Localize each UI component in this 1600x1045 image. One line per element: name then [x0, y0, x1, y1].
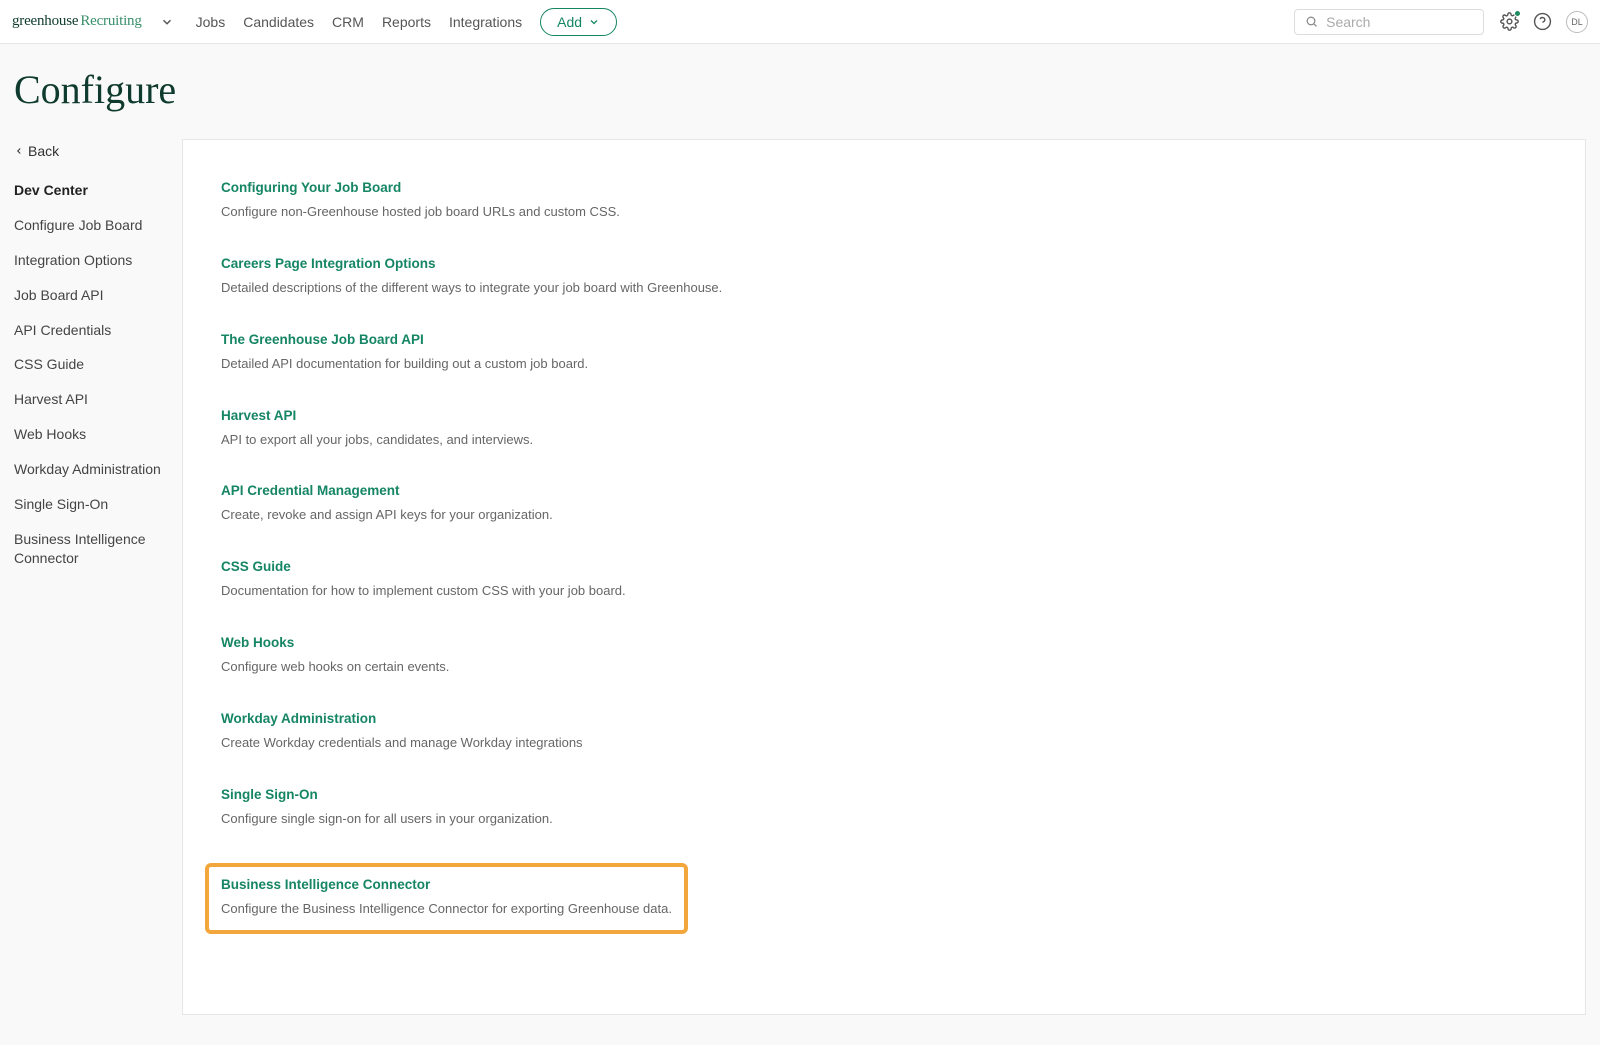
sidebar-item[interactable]: CSS Guide [14, 355, 174, 374]
entry: API Credential Management Create, revoke … [221, 483, 1547, 525]
add-button-label: Add [557, 14, 582, 30]
nav-link-jobs[interactable]: Jobs [196, 14, 226, 30]
nav-link-crm[interactable]: CRM [332, 14, 364, 30]
entry: Careers Page Integration Options Detailed… [221, 256, 1547, 298]
settings-button[interactable] [1500, 12, 1519, 31]
entry-title-link[interactable]: Careers Page Integration Options [221, 256, 1547, 271]
chevron-down-icon [588, 16, 600, 28]
entry-title-link[interactable]: Harvest API [221, 408, 1547, 423]
nav-link-candidates[interactable]: Candidates [243, 14, 314, 30]
entry: Business Intelligence Connector Configure… [205, 863, 688, 935]
entry-description: Configure web hooks on certain events. [221, 658, 1547, 677]
logo-word-1: greenhouse [12, 13, 78, 30]
entry: CSS Guide Documentation for how to implem… [221, 559, 1547, 601]
back-link[interactable]: Back [14, 143, 174, 159]
entry-description: Detailed descriptions of the different w… [221, 279, 1547, 298]
entry-description: Configure non-Greenhouse hosted job boar… [221, 203, 1547, 222]
entry-description: Detailed API documentation for building … [221, 355, 1547, 374]
entry-title-link[interactable]: Single Sign-On [221, 787, 1547, 802]
sidebar-item[interactable]: Job Board API [14, 286, 174, 305]
entry-description: Create Workday credentials and manage Wo… [221, 734, 1547, 753]
sidebar-item[interactable]: Configure Job Board [14, 216, 174, 235]
content-card: Configuring Your Job Board Configure non-… [182, 139, 1586, 1015]
sidebar-item[interactable]: Integration Options [14, 251, 174, 270]
logo[interactable]: greenhouse Recruiting [12, 13, 142, 30]
sidebar-item[interactable]: Single Sign-On [14, 495, 174, 514]
sidebar-items: Dev Center Configure Job Board Integration… [14, 181, 174, 568]
sidebar: Back Dev Center Configure Job Board Integr… [14, 139, 174, 568]
avatar[interactable]: DL [1566, 11, 1588, 33]
entry-description: API to export all your jobs, candidates,… [221, 431, 1547, 450]
entry-title-link[interactable]: Workday Administration [221, 711, 1547, 726]
entry-title-link[interactable]: Business Intelligence Connector [221, 877, 672, 892]
entry-title-link[interactable]: Configuring Your Job Board [221, 180, 1547, 195]
notification-dot [1514, 10, 1521, 17]
entry-title-link[interactable]: The Greenhouse Job Board API [221, 332, 1547, 347]
back-label: Back [28, 143, 59, 159]
entry-title-link[interactable]: Web Hooks [221, 635, 1547, 650]
entry-description: Documentation for how to implement custo… [221, 582, 1547, 601]
top-nav: greenhouse Recruiting Jobs Candidates CR… [0, 0, 1600, 44]
entry-description: Configure single sign-on for all users i… [221, 810, 1547, 829]
entries-list: Configuring Your Job Board Configure non-… [221, 180, 1547, 934]
logo-word-2: Recruiting [80, 13, 141, 30]
sidebar-item[interactable]: Harvest API [14, 390, 174, 409]
chevron-down-icon[interactable] [160, 15, 174, 29]
entry: Workday Administration Create Workday cre… [221, 711, 1547, 753]
entry-title-link[interactable]: API Credential Management [221, 483, 1547, 498]
entry: Web Hooks Configure web hooks on certain … [221, 635, 1547, 677]
chevron-left-icon [14, 146, 24, 156]
sidebar-item[interactable]: API Credentials [14, 321, 174, 340]
entry: The Greenhouse Job Board API Detailed API… [221, 332, 1547, 374]
sidebar-item[interactable]: Business Intelligence Connector [14, 530, 174, 568]
sidebar-item[interactable]: Web Hooks [14, 425, 174, 444]
nav-link-reports[interactable]: Reports [382, 14, 431, 30]
sidebar-item[interactable]: Workday Administration [14, 460, 174, 479]
search-icon [1305, 14, 1318, 29]
nav-link-integrations[interactable]: Integrations [449, 14, 522, 30]
entry: Harvest API API to export all your jobs, … [221, 408, 1547, 450]
entry-title-link[interactable]: CSS Guide [221, 559, 1547, 574]
search-input[interactable] [1326, 14, 1473, 30]
avatar-initials: DL [1571, 17, 1583, 27]
page-title: Configure [0, 44, 1600, 139]
entry: Single Sign-On Configure single sign-on f… [221, 787, 1547, 829]
top-right-icons: DL [1500, 11, 1588, 33]
entry-description: Configure the Business Intelligence Conn… [221, 900, 672, 919]
layout: Back Dev Center Configure Job Board Integr… [0, 139, 1600, 1045]
entry-description: Create, revoke and assign API keys for y… [221, 506, 1547, 525]
entry: Configuring Your Job Board Configure non-… [221, 180, 1547, 222]
search-input-wrap[interactable] [1294, 9, 1484, 35]
add-button[interactable]: Add [540, 8, 617, 36]
sidebar-item[interactable]: Dev Center [14, 181, 174, 200]
help-icon [1533, 12, 1552, 31]
help-button[interactable] [1533, 12, 1552, 31]
nav-links: Jobs Candidates CRM Reports Integrations [196, 14, 523, 30]
